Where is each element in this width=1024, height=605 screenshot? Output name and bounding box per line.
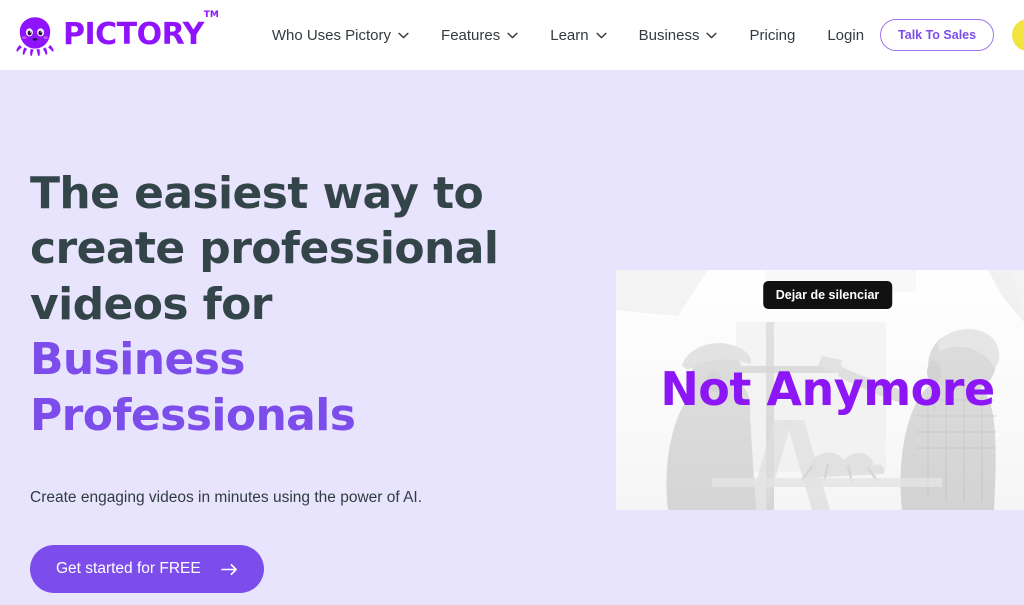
hero-section: The easiest way to create professional v… <box>0 70 1024 605</box>
chevron-down-icon <box>595 32 607 39</box>
logo-wordmark: PICTORY TM <box>63 11 219 52</box>
chevron-down-icon <box>398 32 409 39</box>
site-header: PICTORY TM Who Uses Pictory Features Lea… <box>0 0 1024 70</box>
logo-wordmark-text: PICTORY <box>63 17 204 52</box>
talk-to-sales-button[interactable]: Talk To Sales <box>880 19 995 51</box>
arrow-right-icon <box>220 563 238 576</box>
nav-item-label: Business <box>638 26 700 44</box>
nav-item-business[interactable]: Business <box>623 19 734 52</box>
headline-line-3: videos for <box>30 278 273 330</box>
chevron-down-icon <box>706 32 718 39</box>
chevron-down-icon <box>507 32 518 39</box>
nav-item-login[interactable]: Login <box>811 19 880 52</box>
main-navigation: Who Uses Pictory Features Learn Business <box>256 19 880 52</box>
headline-line-2: create professional <box>30 223 499 275</box>
headline-accent: Business Professionals <box>30 334 356 441</box>
nav-item-label: Features <box>441 26 501 44</box>
nav-item-who-uses-pictory[interactable]: Who Uses Pictory <box>256 19 425 52</box>
get-started-label: Get started for FREE <box>56 560 201 578</box>
nav-item-label: Pricing <box>749 26 796 44</box>
headline-line-1: The easiest way to <box>30 168 484 219</box>
get-started-button[interactable]: Get started for FREE <box>30 545 264 594</box>
trademark-symbol: TM <box>203 10 219 20</box>
nav-item-label: Login <box>827 26 865 44</box>
hero-text-column: The easiest way to create professional v… <box>30 70 575 605</box>
hero-subheadline: Create engaging videos in minutes using … <box>30 489 423 507</box>
unmute-tooltip[interactable]: Dejar de silenciar <box>762 281 893 309</box>
octopus-mascot-icon <box>14 14 56 56</box>
hero-video-player[interactable]: Dejar de silenciar Not Anymore <box>616 270 1024 510</box>
nav-item-pricing[interactable]: Pricing <box>733 19 811 52</box>
free-trial-button[interactable]: FREE TRIAL <box>1012 19 1024 51</box>
pictory-logo[interactable]: PICTORY TM <box>14 11 219 56</box>
hero-media-column: Dejar de silenciar Not Anymore <box>575 70 1024 605</box>
header-actions: Talk To Sales FREE TRIAL <box>880 19 1024 51</box>
nav-item-learn[interactable]: Learn <box>534 19 622 52</box>
nav-item-features[interactable]: Features <box>425 19 534 52</box>
nav-item-label: Who Uses Pictory <box>271 26 392 44</box>
page-title: The easiest way to create professional v… <box>30 166 575 443</box>
nav-item-label: Learn <box>550 26 589 44</box>
